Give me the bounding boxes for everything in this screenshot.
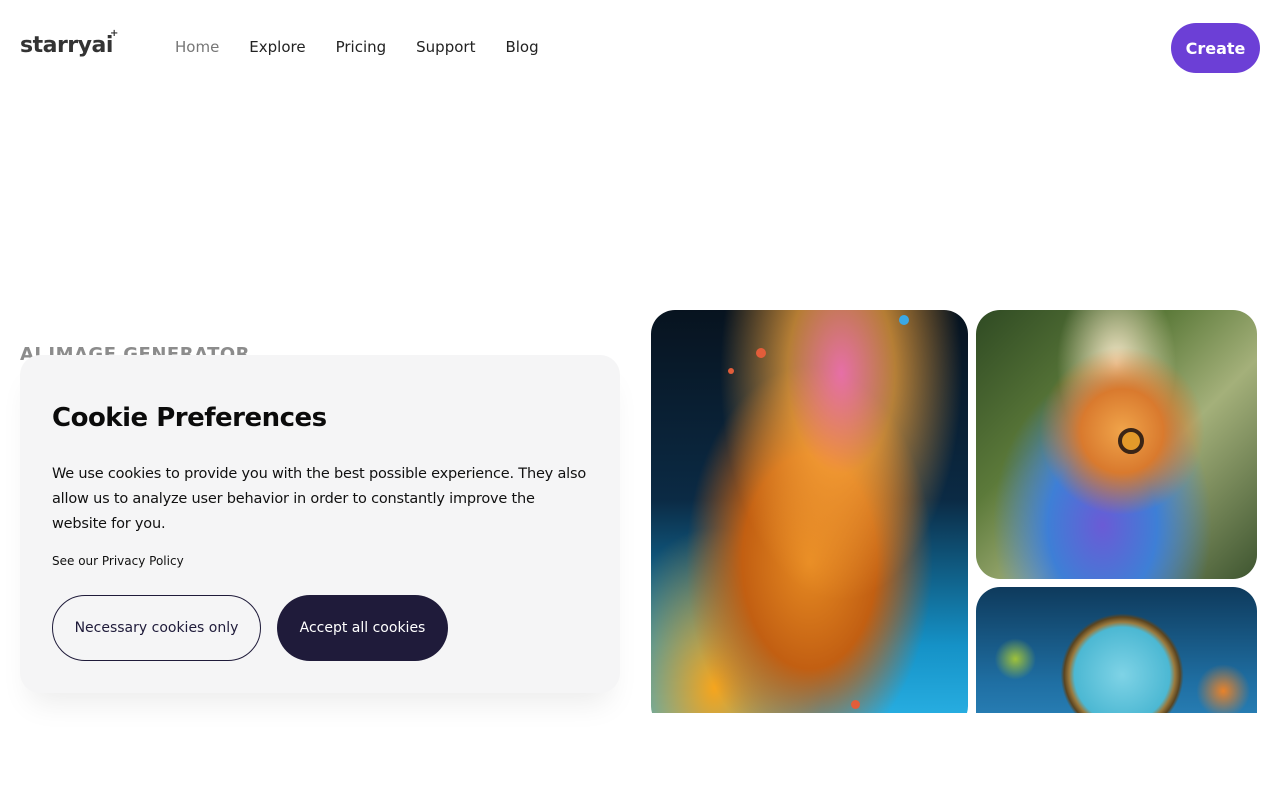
- privacy-policy-link[interactable]: See our Privacy Policy: [52, 554, 184, 568]
- paint-splash: [899, 315, 909, 325]
- paint-splash: [728, 368, 734, 374]
- sparkle-icon: +: [110, 28, 118, 39]
- tiger-artwork-image: [651, 310, 968, 713]
- logo-text: starryai: [20, 33, 113, 58]
- accept-all-cookies-button[interactable]: Accept all cookies: [277, 595, 448, 661]
- necessary-cookies-button[interactable]: Necessary cookies only: [52, 595, 261, 661]
- nav-home[interactable]: Home: [175, 38, 219, 56]
- image-gallery: [651, 310, 1257, 713]
- cookie-description: We use cookies to provide you with the b…: [52, 466, 587, 532]
- nav-pricing[interactable]: Pricing: [336, 38, 387, 56]
- create-button[interactable]: Create: [1171, 23, 1260, 73]
- main-nav: Home Explore Pricing Support Blog: [175, 38, 539, 56]
- paint-splash: [756, 348, 766, 358]
- cookie-title: Cookie Preferences: [52, 403, 327, 433]
- bird-artwork-image: [976, 310, 1257, 579]
- bird-eye: [1118, 428, 1144, 454]
- cookie-preferences-modal: Cookie Preferences We use cookies to pro…: [20, 355, 620, 693]
- site-header: starryai + Home Explore Pricing Support …: [0, 0, 1280, 96]
- paint-splash: [851, 700, 860, 709]
- nav-blog[interactable]: Blog: [505, 38, 538, 56]
- starryai-logo[interactable]: starryai +: [20, 28, 118, 58]
- nav-explore[interactable]: Explore: [249, 38, 305, 56]
- clock-artwork-image: [976, 587, 1257, 713]
- nav-support[interactable]: Support: [416, 38, 475, 56]
